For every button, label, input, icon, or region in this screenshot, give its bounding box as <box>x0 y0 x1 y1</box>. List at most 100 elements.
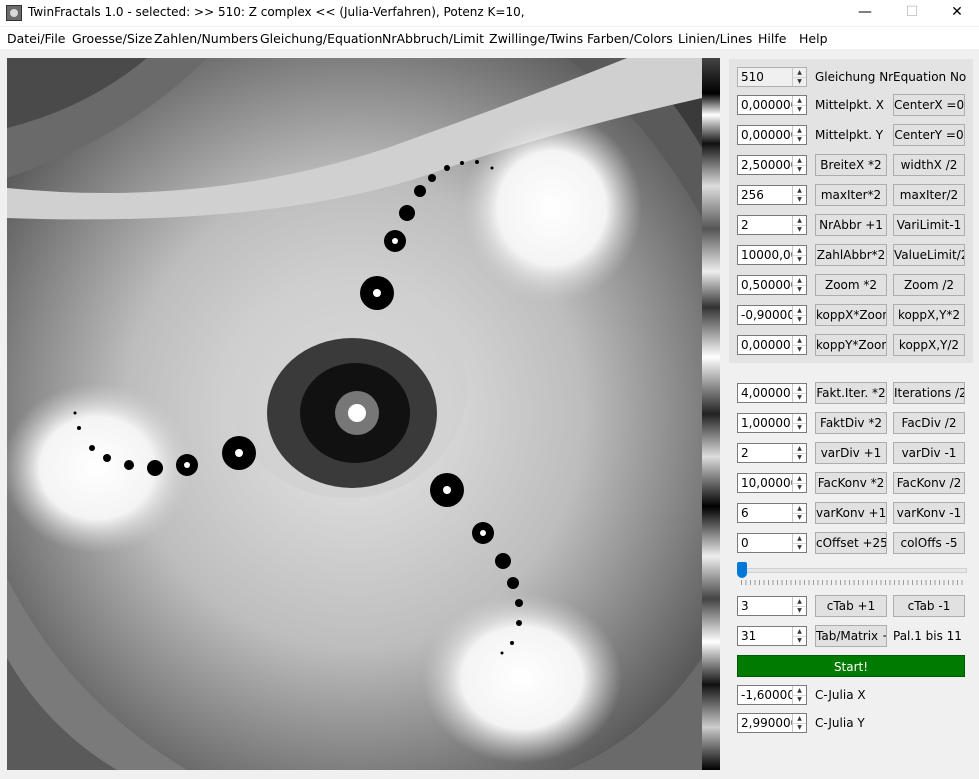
julia-y-label: C-Julia Y <box>815 716 865 730</box>
menu-size[interactable]: Groesse/Size <box>72 31 152 46</box>
spin-down-icon: ▼ <box>797 607 802 614</box>
spin-down-icon: ▼ <box>797 196 802 203</box>
center-y-label: Mittelpkt. Y <box>815 128 884 142</box>
julia-x-label: C-Julia X <box>815 688 866 702</box>
ctab-decrement-button[interactable]: cTab -1 <box>893 595 965 617</box>
spin-down-icon: ▼ <box>797 454 802 461</box>
spin-down-icon: ▼ <box>797 316 802 323</box>
palette-image <box>702 58 720 770</box>
kopp-xy-half-button[interactable]: koppX,Y/2 <box>893 334 965 356</box>
var-konv-decrement-button[interactable]: varKonv -1 <box>893 502 965 524</box>
menu-equation[interactable]: Gleichung/Equation <box>260 31 382 46</box>
slider-track <box>741 568 967 573</box>
spin-down-icon: ▼ <box>797 136 802 143</box>
zoom-half-button[interactable]: Zoom /2 <box>893 274 965 296</box>
menu-file[interactable]: Datei/File <box>7 31 65 46</box>
col-offset-increment-button[interactable]: cOffset +25 <box>815 532 887 554</box>
var-div-increment-button[interactable]: varDiv +1 <box>815 442 887 464</box>
spin-down-icon: ▼ <box>797 724 802 731</box>
palette-range-label: Pal.1 bis 11 <box>893 629 962 643</box>
width-x-half-button[interactable]: widthX /2 <box>893 154 965 176</box>
value-limit-input[interactable]: 10000,000 ▲▼ <box>737 245 807 265</box>
kopp-y-zoom-button[interactable]: koppY*Zoom <box>815 334 887 356</box>
equation-no-label: Equation No <box>893 70 967 84</box>
fractal-image <box>7 58 702 770</box>
width-x-input[interactable]: 2,5000000 ▲▼ <box>737 155 807 175</box>
fac-konv-double-button[interactable]: FacKonv *2 <box>815 472 887 494</box>
slider-thumb[interactable] <box>737 562 747 578</box>
menu-hilfe[interactable]: Hilfe <box>758 31 786 46</box>
spin-down-icon: ▼ <box>797 286 802 293</box>
iterations-half-button[interactable]: Iterations /2 <box>893 382 965 404</box>
col-offset-input[interactable]: 0 ▲ ▼ <box>737 533 807 553</box>
menu-lines[interactable]: Linien/Lines <box>678 31 752 46</box>
tab-matrix-button[interactable]: Tab/Matrix + <box>815 625 887 647</box>
ctab-increment-button[interactable]: cTab +1 <box>815 595 887 617</box>
minimize-button[interactable]: — <box>842 0 888 26</box>
menu-twins[interactable]: Zwillinge/Twins <box>489 31 583 46</box>
julia-y-input[interactable]: 2,9900000 ▲▼ <box>737 713 807 733</box>
center-x-reset-button[interactable]: CenterX =0 <box>893 94 965 116</box>
app-icon <box>6 5 22 21</box>
nr-abbr-input[interactable]: 2 ▲ ▼ <box>737 215 807 235</box>
spin-down-icon: ▼ <box>797 106 802 113</box>
kopp-xy-double-button[interactable]: koppX,Y*2 <box>893 304 965 326</box>
spin-down-icon: ▼ <box>797 696 802 703</box>
spin-down-icon: ▼ <box>797 166 802 173</box>
title-bar: TwinFractals 1.0 - selected: >> 510: Z c… <box>0 0 979 26</box>
menu-limit[interactable]: NrAbbruch/Limit <box>382 31 484 46</box>
color-offset-slider[interactable] <box>737 562 967 588</box>
spin-down-icon: ▼ <box>797 394 802 401</box>
center-y-input[interactable]: 0,0000000 ▲▼ <box>737 125 807 145</box>
spin-down-icon: ▼ <box>797 514 802 521</box>
spin-down-icon: ▼ <box>797 256 802 263</box>
var-div-input[interactable]: 2 ▲ ▼ <box>737 443 807 463</box>
slider-ticks <box>741 580 965 585</box>
kopp-x-zoom-button[interactable]: koppX*Zoom <box>815 304 887 326</box>
max-iter-double-button[interactable]: maxIter*2 <box>815 184 887 206</box>
ctab-input[interactable]: 3 ▲ ▼ <box>737 596 807 616</box>
spin-down-icon: ▼ <box>797 346 802 353</box>
max-iter-half-button[interactable]: maxIter/2 <box>893 184 965 206</box>
nr-abbr-increment-button[interactable]: NrAbbr +1 <box>815 214 887 236</box>
var-konv-increment-button[interactable]: varKonv +1 <box>815 502 887 524</box>
var-div-decrement-button[interactable]: varDiv -1 <box>893 442 965 464</box>
kopp-x-input[interactable]: -0,90000 ▲ ▼ <box>737 305 807 325</box>
max-iter-input[interactable]: 256 ▲ ▼ <box>737 185 807 205</box>
matrix-input[interactable]: 31 ▲ ▼ <box>737 626 807 646</box>
equation-number-input[interactable]: 510 ▲ ▼ <box>737 67 807 87</box>
fakt-div-input[interactable]: 1,00000 ▲ ▼ <box>737 413 807 433</box>
spin-down-icon: ▼ <box>797 424 802 431</box>
spin-down-icon: ▼ <box>797 78 802 85</box>
fac-konv-half-button[interactable]: FacKonv /2 <box>893 472 965 494</box>
fakt-iter-input[interactable]: 4,00000 ▲ ▼ <box>737 383 807 403</box>
menu-help[interactable]: Help <box>799 31 828 46</box>
kopp-y-input[interactable]: 0,00000 ▲ ▼ <box>737 335 807 355</box>
fac-konv-input[interactable]: 10,00000 ▲ ▼ <box>737 473 807 493</box>
col-offset-decrement-button[interactable]: colOffs -5 <box>893 532 965 554</box>
zoom-input[interactable]: 0,5000000 ▲▼ <box>737 275 807 295</box>
menu-colors[interactable]: Farben/Colors <box>587 31 673 46</box>
fakt-iter-double-button[interactable]: Fakt.Iter. *2 <box>815 382 887 404</box>
value-limit-half-button[interactable]: ValueLimit/2 <box>893 244 965 266</box>
vari-limit-decrement-button[interactable]: VariLimit-1 <box>893 214 965 236</box>
start-button[interactable]: Start! <box>737 655 965 677</box>
width-x-double-button[interactable]: BreiteX *2 <box>815 154 887 176</box>
fac-div-half-button[interactable]: FacDiv /2 <box>893 412 965 434</box>
menu-numbers[interactable]: Zahlen/Numbers <box>154 31 258 46</box>
menu-bar: Datei/File Groesse/Size Zahlen/Numbers G… <box>0 27 979 49</box>
spin-down-icon: ▼ <box>797 544 802 551</box>
fakt-div-double-button[interactable]: FaktDiv *2 <box>815 412 887 434</box>
center-x-label: Mittelpkt. X <box>815 98 884 112</box>
zoom-double-button[interactable]: Zoom *2 <box>815 274 887 296</box>
var-konv-input[interactable]: 6 ▲ ▼ <box>737 503 807 523</box>
spin-down-icon: ▼ <box>797 484 802 491</box>
spin-down-icon: ▼ <box>797 226 802 233</box>
center-x-input[interactable]: 0,0000000 ▲▼ <box>737 95 807 115</box>
value-limit-double-button[interactable]: ZahlAbbr*2 <box>815 244 887 266</box>
julia-x-input[interactable]: -1,6000000 ▲▼ <box>737 685 807 705</box>
close-button[interactable]: ✕ <box>934 0 979 26</box>
fractal-canvas[interactable] <box>7 58 702 770</box>
maximize-button[interactable]: ☐ <box>889 0 935 26</box>
center-y-reset-button[interactable]: CenterY =0 <box>893 124 965 146</box>
